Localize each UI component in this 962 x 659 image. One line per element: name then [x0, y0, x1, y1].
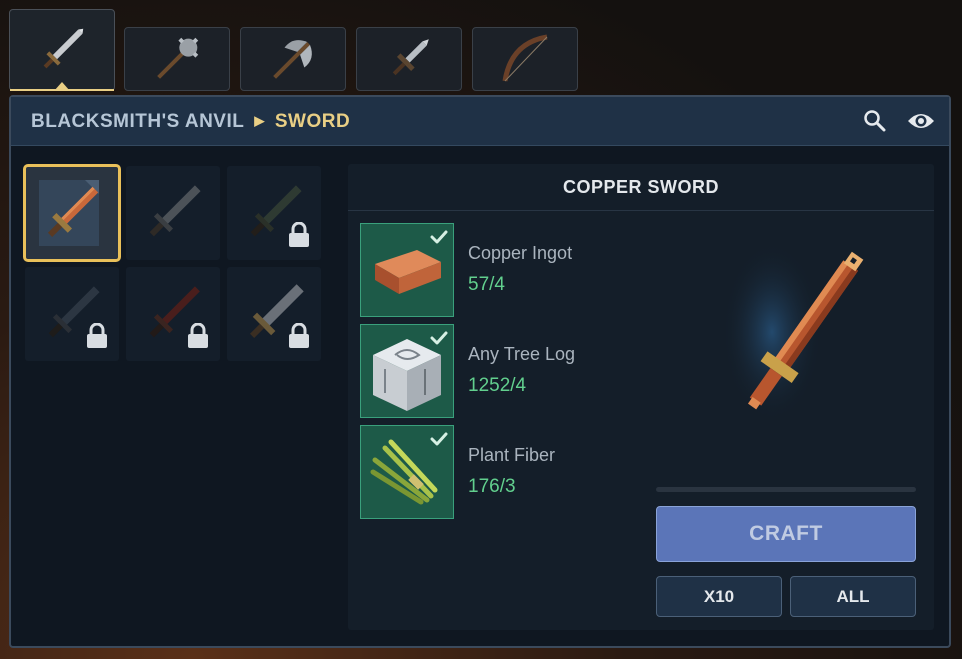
craft-progress-bar [656, 487, 916, 492]
breadcrumb-category: SWORD [274, 111, 351, 132]
recipe-slot-steel-sword[interactable] [25, 267, 119, 361]
recipe-slot-iron-sword[interactable] [126, 166, 220, 260]
check-icon [430, 230, 448, 244]
breadcrumb-separator-icon: ▶ [254, 113, 265, 128]
eye-icon[interactable] [907, 110, 935, 132]
lock-icon [87, 323, 107, 348]
lock-icon [289, 323, 309, 348]
panel-header: BLACKSMITH'S ANVIL ▶ SWORD [11, 97, 949, 146]
ingredient-quantity: 1252/4 [468, 375, 527, 396]
sword-icon [43, 28, 84, 69]
lock-icon [289, 222, 309, 247]
crafting-panel: BLACKSMITH'S ANVIL ▶ SWORD COPPER SWORD … [9, 95, 951, 648]
breadcrumb: BLACKSMITH'S ANVIL ▶ SWORD [31, 111, 350, 133]
mace-icon [157, 37, 199, 79]
recipe-title: COPPER SWORD [348, 164, 934, 211]
bow-icon [502, 34, 548, 82]
ingredient-quantity: 57/4 [468, 274, 505, 295]
ingredient-name: Plant Fiber [468, 445, 556, 465]
ingredient-quantity: 176/3 [468, 476, 516, 497]
dagger-icon [392, 39, 429, 76]
ingredient-slot-copper-ingot[interactable] [360, 223, 454, 317]
axe-icon [273, 40, 312, 79]
ingredient-name: Any Tree Log [468, 344, 576, 364]
tab-mace[interactable] [124, 27, 230, 91]
recipe-slot-dark-sword[interactable] [227, 166, 321, 260]
ingredient-name: Copper Ingot [468, 243, 573, 263]
tab-bow[interactable] [472, 27, 578, 91]
recipe-scroll-icon [39, 180, 99, 246]
ingredient-slot-plant-fiber[interactable] [360, 425, 454, 519]
tab-sword[interactable] [9, 9, 115, 91]
craft-x10-button[interactable]: X10 [656, 576, 782, 617]
check-icon [430, 432, 448, 446]
search-icon[interactable] [863, 109, 887, 133]
active-tab-underline [10, 89, 114, 91]
breadcrumb-station[interactable]: BLACKSMITH'S ANVIL [31, 111, 244, 132]
recipe-slot-silver-sword[interactable] [227, 267, 321, 361]
lock-icon [188, 323, 208, 348]
iron-sword-icon [149, 185, 201, 237]
craft-button[interactable]: CRAFT [656, 506, 916, 562]
check-icon [430, 331, 448, 345]
tab-dagger[interactable] [356, 27, 462, 91]
craft-all-button[interactable]: ALL [790, 576, 916, 617]
recipe-slot-crimson-sword[interactable] [126, 267, 220, 361]
recipe-detail: COPPER SWORD Copper Ingot 57/4 Any Tree … [348, 164, 934, 630]
tab-axe[interactable] [240, 27, 346, 91]
copper-sword-preview [722, 242, 864, 422]
ingredient-slot-tree-log[interactable] [360, 324, 454, 418]
recipe-slot-copper-sword[interactable] [23, 164, 121, 262]
